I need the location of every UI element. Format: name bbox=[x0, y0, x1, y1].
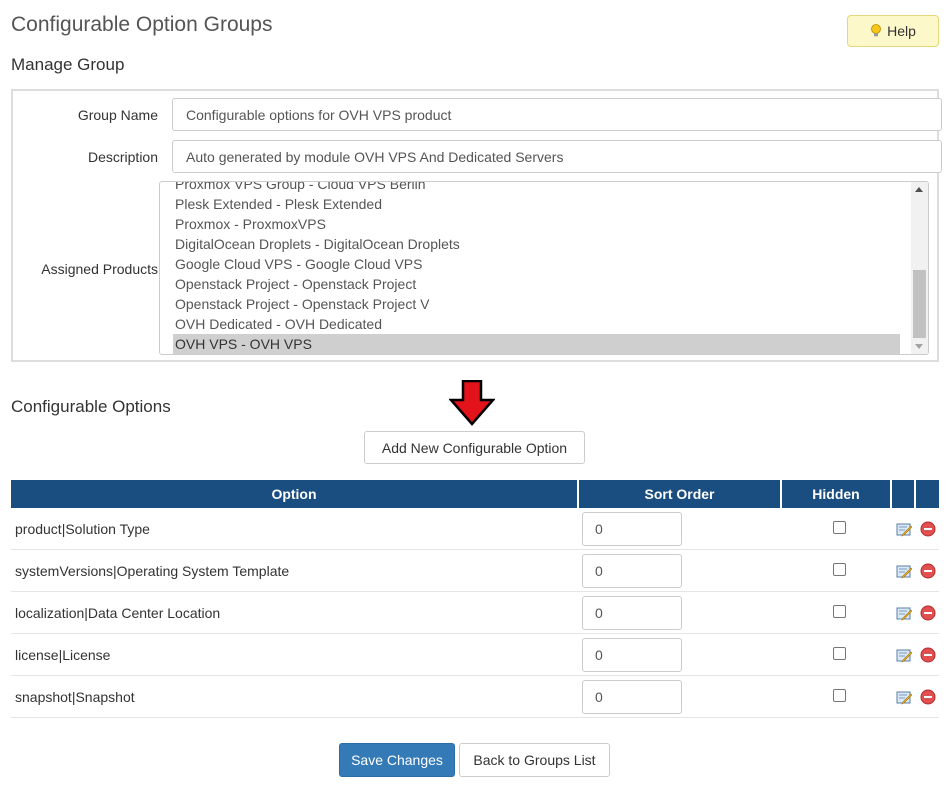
save-changes-button[interactable]: Save Changes bbox=[339, 743, 455, 777]
edit-icon[interactable] bbox=[896, 563, 912, 579]
configurable-options-heading: Configurable Options bbox=[11, 397, 171, 416]
configurable-options-table: Option Sort Order Hidden product|Solutio… bbox=[11, 480, 939, 718]
group-name-label: Group Name bbox=[77, 107, 158, 123]
assigned-product-option[interactable]: OVH VPS - OVH VPS bbox=[173, 334, 900, 354]
sort-order-input[interactable] bbox=[582, 511, 682, 546]
delete-icon[interactable] bbox=[920, 521, 936, 537]
sort-order-cell bbox=[579, 592, 782, 634]
add-new-configurable-option-button[interactable]: Add New Configurable Option bbox=[364, 431, 585, 464]
delete-cell bbox=[916, 634, 939, 676]
table-header-row: Option Sort Order Hidden bbox=[11, 480, 939, 508]
hidden-checkbox[interactable] bbox=[832, 562, 846, 576]
page-title: Configurable Option Groups bbox=[11, 13, 273, 36]
assigned-product-option[interactable]: Openstack Project - Openstack Project bbox=[173, 274, 900, 294]
assigned-products-label: Assigned Products bbox=[41, 261, 158, 277]
hidden-cell bbox=[782, 592, 892, 634]
table-row: license|License bbox=[11, 634, 939, 676]
assigned-product-option[interactable]: Google Cloud VPS - Google Cloud VPS bbox=[173, 254, 900, 274]
back-to-groups-list-button[interactable]: Back to Groups List bbox=[459, 743, 610, 777]
delete-icon[interactable] bbox=[920, 689, 936, 705]
delete-icon[interactable] bbox=[920, 563, 936, 579]
sort-order-input[interactable] bbox=[582, 553, 682, 588]
column-header-option: Option bbox=[11, 480, 579, 508]
hidden-cell bbox=[782, 676, 892, 718]
sort-order-cell bbox=[579, 634, 782, 676]
assigned-product-option[interactable]: Openstack Project - Openstack Project V bbox=[173, 294, 900, 314]
column-header-hidden: Hidden bbox=[782, 480, 892, 508]
delete-cell bbox=[916, 592, 939, 634]
edit-icon[interactable] bbox=[896, 605, 912, 621]
table-row: localization|Data Center Location bbox=[11, 592, 939, 634]
option-name: license|License bbox=[11, 634, 579, 676]
hidden-checkbox[interactable] bbox=[832, 646, 846, 660]
hidden-checkbox[interactable] bbox=[832, 604, 846, 618]
group-name-field[interactable] bbox=[172, 98, 942, 131]
description-field[interactable] bbox=[172, 140, 942, 173]
sort-order-input[interactable] bbox=[582, 595, 682, 630]
assigned-product-option[interactable]: Proxmox - ProxmoxVPS bbox=[173, 214, 900, 234]
hidden-checkbox[interactable] bbox=[832, 688, 846, 702]
hidden-checkbox[interactable] bbox=[832, 520, 846, 534]
assigned-products-list: Proxmox VPS Group - Cloud VPS Berlin Ples… bbox=[173, 182, 900, 354]
option-name: product|Solution Type bbox=[11, 508, 579, 550]
table-row: product|Solution Type bbox=[11, 508, 939, 550]
sort-order-input[interactable] bbox=[582, 679, 682, 714]
delete-cell bbox=[916, 550, 939, 592]
scroll-up-arrow-icon[interactable] bbox=[915, 187, 923, 192]
column-header-edit bbox=[892, 480, 916, 508]
assigned-products-listbox[interactable]: Proxmox VPS Group - Cloud VPS Berlin Ples… bbox=[159, 181, 929, 355]
table-row: systemVersions|Operating System Template bbox=[11, 550, 939, 592]
edit-cell bbox=[892, 634, 916, 676]
assigned-product-option[interactable]: OVH Dedicated - OVH Dedicated bbox=[173, 314, 900, 334]
edit-cell bbox=[892, 592, 916, 634]
description-label: Description bbox=[87, 149, 158, 165]
assigned-product-option[interactable]: Plesk Extended - Plesk Extended bbox=[173, 194, 900, 214]
delete-icon[interactable] bbox=[920, 605, 936, 621]
sort-order-cell bbox=[579, 676, 782, 718]
delete-cell bbox=[916, 676, 939, 718]
edit-icon[interactable] bbox=[896, 521, 912, 537]
manage-group-heading: Manage Group bbox=[11, 55, 125, 74]
options-table-body: product|Solution TypesystemVersions|Oper… bbox=[11, 508, 939, 718]
assigned-product-option[interactable]: Proxmox VPS Group - Cloud VPS Berlin bbox=[173, 182, 900, 194]
table-row: snapshot|Snapshot bbox=[11, 676, 939, 718]
scrollbar-thumb[interactable] bbox=[913, 270, 926, 338]
column-header-sort-order: Sort Order bbox=[579, 480, 782, 508]
scroll-down-arrow-icon[interactable] bbox=[915, 344, 923, 349]
sort-order-input[interactable] bbox=[582, 637, 682, 672]
delete-icon[interactable] bbox=[920, 647, 936, 663]
sort-order-cell bbox=[579, 550, 782, 592]
lightbulb-icon bbox=[871, 24, 881, 37]
edit-cell bbox=[892, 508, 916, 550]
edit-icon[interactable] bbox=[896, 647, 912, 663]
help-button[interactable]: Help bbox=[847, 15, 939, 47]
assigned-product-option[interactable]: DigitalOcean Droplets - DigitalOcean Dro… bbox=[173, 234, 900, 254]
hidden-cell bbox=[782, 508, 892, 550]
delete-cell bbox=[916, 508, 939, 550]
option-name: systemVersions|Operating System Template bbox=[11, 550, 579, 592]
edit-icon[interactable] bbox=[896, 689, 912, 705]
sort-order-cell bbox=[579, 508, 782, 550]
option-name: snapshot|Snapshot bbox=[11, 676, 579, 718]
option-name: localization|Data Center Location bbox=[11, 592, 579, 634]
edit-cell bbox=[892, 550, 916, 592]
column-header-delete bbox=[916, 480, 939, 508]
hidden-cell bbox=[782, 634, 892, 676]
hidden-cell bbox=[782, 550, 892, 592]
red-down-arrow-icon bbox=[449, 380, 495, 426]
help-button-label: Help bbox=[887, 23, 916, 39]
edit-cell bbox=[892, 676, 916, 718]
listbox-scrollbar[interactable] bbox=[911, 182, 928, 354]
